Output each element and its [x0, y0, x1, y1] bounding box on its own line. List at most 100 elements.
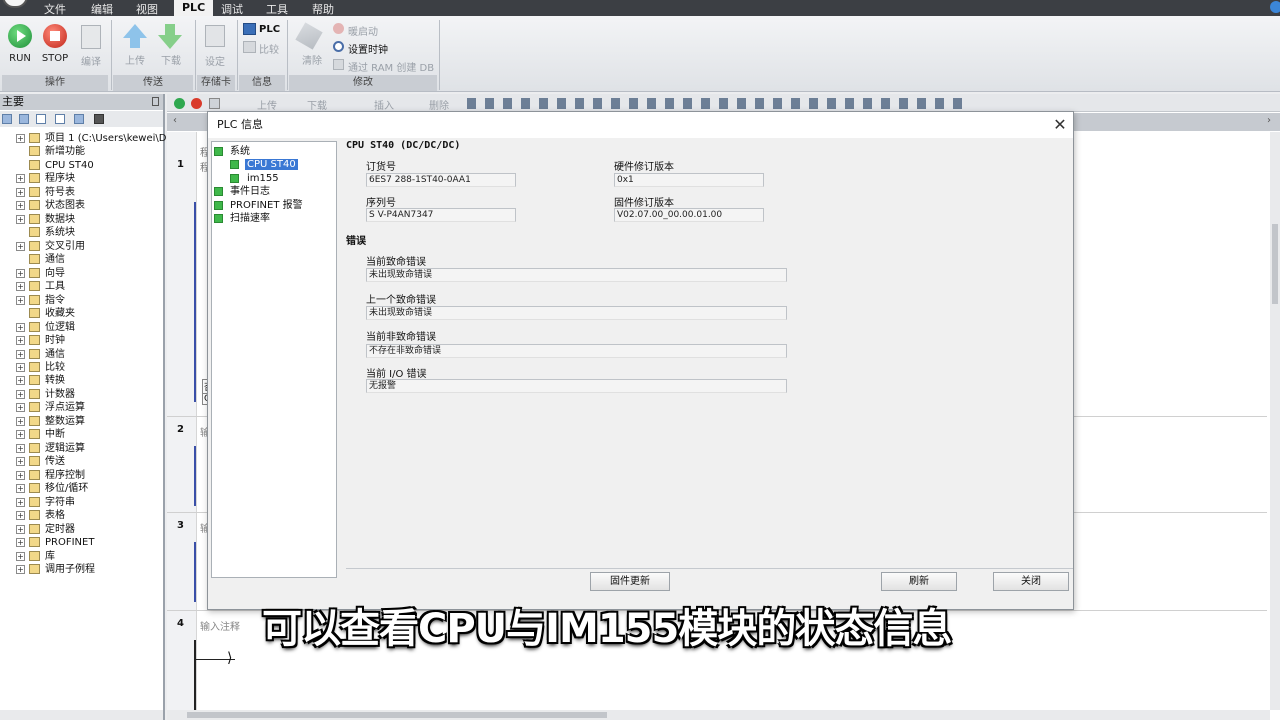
set-clock-button[interactable]: 设置时钟	[348, 41, 388, 56]
expand-icon[interactable]: +	[16, 457, 25, 467]
clear-button[interactable]: 清除	[292, 52, 332, 67]
plc-info-button[interactable]: PLC	[259, 24, 280, 35]
expand-icon[interactable]: +	[16, 376, 25, 386]
tree-item-label: 工具	[45, 281, 65, 293]
view-icon-4[interactable]	[55, 114, 65, 124]
tree-item-label: 逻辑运算	[45, 442, 85, 454]
rung-4-comment[interactable]: 输入注释	[200, 618, 240, 633]
menu-help[interactable]: 帮助	[312, 1, 334, 17]
expand-icon[interactable]: +	[16, 403, 25, 413]
editor-stop-icon[interactable]	[191, 98, 202, 109]
expand-icon[interactable]: +	[16, 565, 25, 575]
menu-file[interactable]: 文件	[44, 1, 66, 17]
menu-view[interactable]: 视图	[136, 1, 158, 17]
expand-icon[interactable]: +	[16, 470, 25, 480]
stop-icon[interactable]	[43, 24, 67, 48]
rung-1-rail	[194, 202, 196, 402]
expand-icon[interactable]: +	[16, 484, 25, 494]
expand-icon[interactable]: +	[16, 201, 25, 211]
editor-toolbar: 上传 下载 插入 删除	[167, 94, 1280, 112]
tree-item-label: 收藏夹	[45, 308, 75, 320]
video-subtitle: 可以查看CPU与IM155模块的状态信息	[262, 606, 952, 652]
expand-icon[interactable]: +	[16, 282, 25, 292]
firmware-update-button[interactable]: 固件更新	[590, 572, 670, 591]
help-icon[interactable]	[1270, 1, 1280, 13]
view-icon-3[interactable]	[36, 114, 46, 124]
warm-restart-button[interactable]: 暖启动	[348, 23, 378, 38]
expand-icon[interactable]: +	[16, 349, 25, 359]
expand-icon[interactable]: +	[16, 214, 25, 224]
view-icon-6[interactable]	[94, 114, 104, 124]
editor-compile-icon[interactable]	[209, 98, 220, 109]
expand-icon[interactable]: +	[16, 430, 25, 440]
setup-card-button[interactable]: 设定	[195, 53, 235, 68]
editor-delete[interactable]: 删除	[429, 97, 449, 112]
expand-icon[interactable]: +	[16, 538, 25, 548]
nav-event-log[interactable]: 事件日志	[214, 185, 270, 198]
expand-icon[interactable]: +	[16, 268, 25, 278]
previous-fatal-label: 上一个致命错误	[366, 295, 436, 306]
editor-scrollbar-thumb[interactable]	[1272, 224, 1278, 304]
tree-item-label: 整数运算	[45, 415, 85, 427]
close-button[interactable]: 关闭	[993, 572, 1069, 591]
project-tree-pane: 主要 + 项目 1 (C:\Users\kewei\Desktop 新增功能 CPU …	[0, 94, 200, 720]
editor-upload[interactable]: 上传	[257, 97, 277, 112]
tab-scroll-right[interactable]: ›	[1267, 115, 1271, 126]
tree-item-label: 指令	[45, 294, 65, 306]
nav-profinet-alarms[interactable]: PROFINET 报警	[214, 199, 303, 212]
tree-item-label: 交叉引用	[45, 240, 85, 252]
editor-insert[interactable]: 插入	[374, 97, 394, 112]
pane-scrollbar[interactable]	[0, 710, 163, 720]
expand-icon[interactable]: +	[16, 551, 25, 561]
expand-icon[interactable]: +	[16, 389, 25, 399]
stop-button[interactable]: STOP	[35, 53, 75, 64]
expand-icon[interactable]: +	[16, 134, 25, 143]
run-icon[interactable]	[8, 24, 32, 48]
expand-icon[interactable]: +	[16, 362, 25, 372]
download-button[interactable]: 下载	[151, 52, 191, 67]
compare-button[interactable]: 比较	[259, 41, 279, 56]
expand-icon[interactable]: +	[16, 416, 25, 426]
nav-cpu-st40[interactable]: CPU ST40	[230, 158, 298, 171]
expand-icon[interactable]: +	[16, 322, 25, 332]
pane-pin-icon[interactable]	[152, 97, 159, 106]
view-icon-5[interactable]	[74, 114, 84, 124]
expand-icon[interactable]: +	[16, 174, 25, 184]
expand-icon[interactable]: +	[16, 241, 25, 251]
view-icon-1[interactable]	[2, 114, 12, 124]
hw-revision-label: 硬件修订版本	[614, 162, 674, 173]
view-icon-2[interactable]	[19, 114, 29, 124]
errors-heading: 错误	[346, 236, 366, 247]
expand-icon[interactable]: +	[16, 295, 25, 305]
expand-icon[interactable]: +	[16, 336, 25, 346]
tree-item-label: 移位/循环	[45, 483, 89, 495]
close-icon[interactable]: ✕	[1050, 115, 1070, 135]
expand-icon[interactable]: +	[16, 511, 25, 521]
upload-button[interactable]: 上传	[115, 52, 155, 67]
editor-run-icon[interactable]	[174, 98, 185, 109]
tree-item-label: 系统块	[45, 227, 75, 239]
expand-icon[interactable]: +	[16, 524, 25, 534]
expand-icon[interactable]: +	[16, 497, 25, 507]
nav-system[interactable]: 系统	[214, 145, 250, 158]
editor-download[interactable]: 下载	[307, 97, 327, 112]
status-ok-icon	[230, 174, 239, 183]
menu-tools[interactable]: 工具	[266, 1, 288, 17]
editor-hscroll-thumb[interactable]	[187, 712, 607, 718]
folder-icon	[29, 281, 40, 292]
create-db-from-ram-button[interactable]: 通过 RAM 创建 DB	[348, 59, 434, 74]
menu-edit[interactable]: 编辑	[91, 1, 113, 17]
refresh-button[interactable]: 刷新	[881, 572, 957, 591]
run-button[interactable]: RUN	[0, 53, 40, 64]
nav-im155[interactable]: im155	[230, 172, 279, 185]
expand-icon[interactable]: +	[16, 443, 25, 453]
editor-vertical-scrollbar[interactable]	[1270, 132, 1280, 710]
tree-item-label: 调用子例程	[45, 564, 95, 576]
menu-plc[interactable]: PLC	[174, 0, 214, 16]
expand-icon[interactable]: +	[16, 187, 25, 197]
compile-button[interactable]: 编译	[71, 53, 111, 68]
app-logo-icon[interactable]	[2, 0, 28, 8]
nav-scan-rate[interactable]: 扫描速率	[214, 212, 270, 225]
menu-debug[interactable]: 调试	[221, 1, 243, 17]
tab-scroll-left[interactable]: ‹	[173, 115, 177, 126]
